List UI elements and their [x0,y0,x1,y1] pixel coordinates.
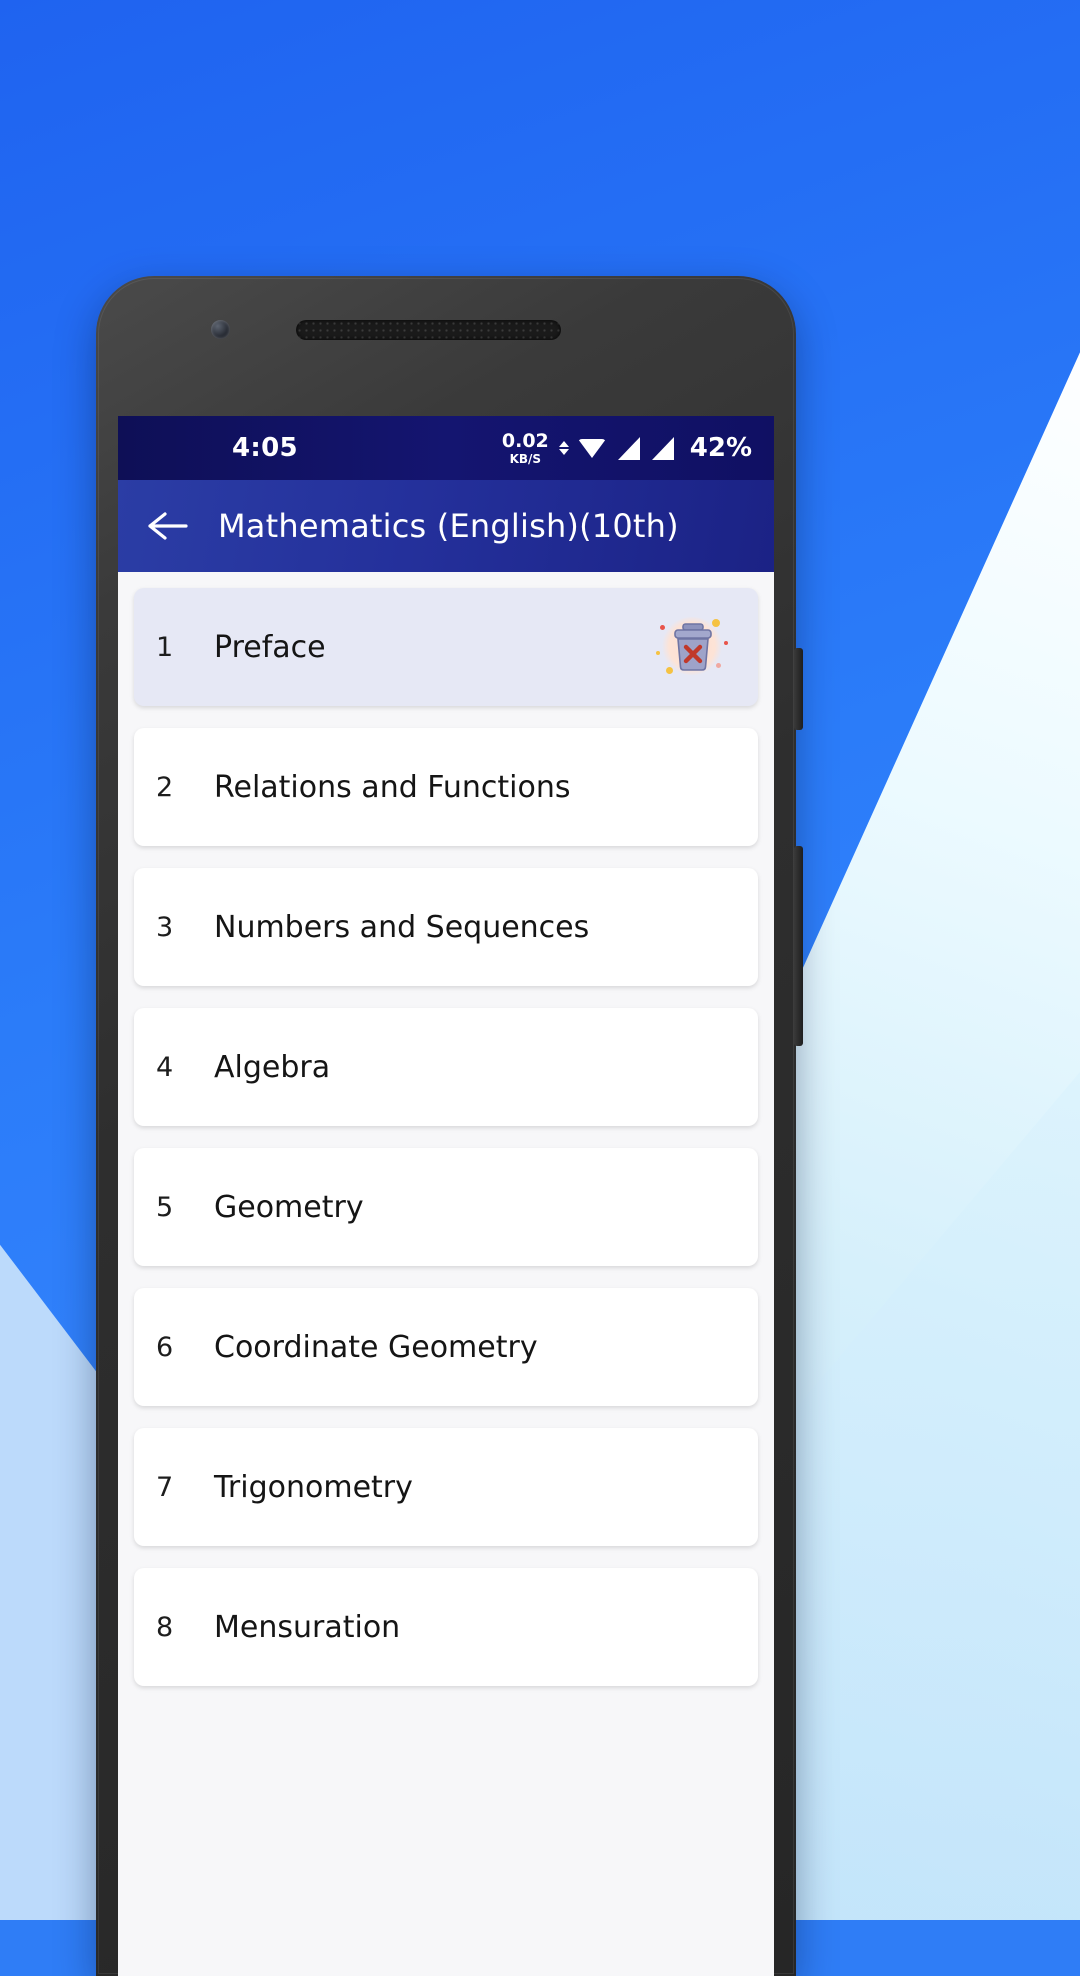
traffic-arrows-icon [558,441,569,455]
phone-mockup: 4:05 0.02 KB/S 42% Mathematics (English)… [96,276,803,1976]
volume-button[interactable] [794,648,803,730]
chapter-number: 6 [156,1331,174,1363]
phone-screen: 4:05 0.02 KB/S 42% Mathematics (English)… [118,416,774,1976]
signal-bars-icon-2 [651,436,674,460]
back-arrow-icon[interactable] [144,503,190,549]
chapter-number: 5 [156,1191,174,1223]
chapter-number: 4 [156,1051,174,1083]
wifi-icon [577,438,606,458]
status-bar-time: 4:05 [232,433,298,463]
chapter-number: 1 [156,631,174,663]
chapter-row[interactable]: 6 Coordinate Geometry [134,1288,758,1406]
chapter-title: Preface [214,629,326,665]
chapter-title: Numbers and Sequences [214,909,590,945]
trash-icon-sparkle [660,625,665,630]
trash-icon-sparkle [666,667,673,674]
page-title: Mathematics (English)(10th) [218,507,679,545]
chapter-title: Mensuration [214,1609,401,1645]
delete-trash-icon[interactable] [654,611,732,683]
trash-icon-sparkle [724,641,728,645]
trash-icon-sparkle [716,663,721,668]
chapter-number: 8 [156,1611,174,1643]
chapter-row[interactable]: 3 Numbers and Sequences [134,868,758,986]
network-speed-unit: KB/S [509,451,542,466]
app-bar: Mathematics (English)(10th) [118,480,774,572]
chapter-title: Relations and Functions [214,769,571,805]
chapter-list[interactable]: 1 Preface 2 Relations and Functions 3 Number… [118,572,774,1976]
status-bar: 4:05 0.02 KB/S 42% [118,416,774,480]
status-bar-indicators: 0.02 KB/S 42% [501,429,752,466]
chapter-row[interactable]: 2 Relations and Functions [134,728,758,846]
trash-icon-sparkle [712,619,720,627]
network-speed-value: 0.02 [501,429,549,452]
earpiece-speaker-icon [296,320,561,340]
network-speed-indicator: 0.02 KB/S [501,429,549,466]
chapter-row[interactable]: 5 Geometry [134,1148,758,1266]
chapter-row[interactable]: 7 Trigonometry [134,1428,758,1546]
camera-icon [211,320,230,339]
signal-bars-icon-1 [617,436,640,460]
chapter-number: 7 [156,1471,174,1503]
chapter-title: Geometry [214,1189,364,1225]
battery-percentage: 42% [689,433,752,463]
chapter-title: Trigonometry [214,1469,413,1505]
chapter-number: 3 [156,911,174,943]
trash-icon-sparkle [656,651,660,655]
power-button[interactable] [794,846,803,1046]
chapter-row[interactable]: 4 Algebra [134,1008,758,1126]
chapter-row[interactable]: 8 Mensuration [134,1568,758,1686]
chapter-title: Coordinate Geometry [214,1329,538,1365]
chapter-title: Algebra [214,1049,331,1085]
chapter-row[interactable]: 1 Preface [134,588,758,706]
chapter-number: 2 [156,771,174,803]
